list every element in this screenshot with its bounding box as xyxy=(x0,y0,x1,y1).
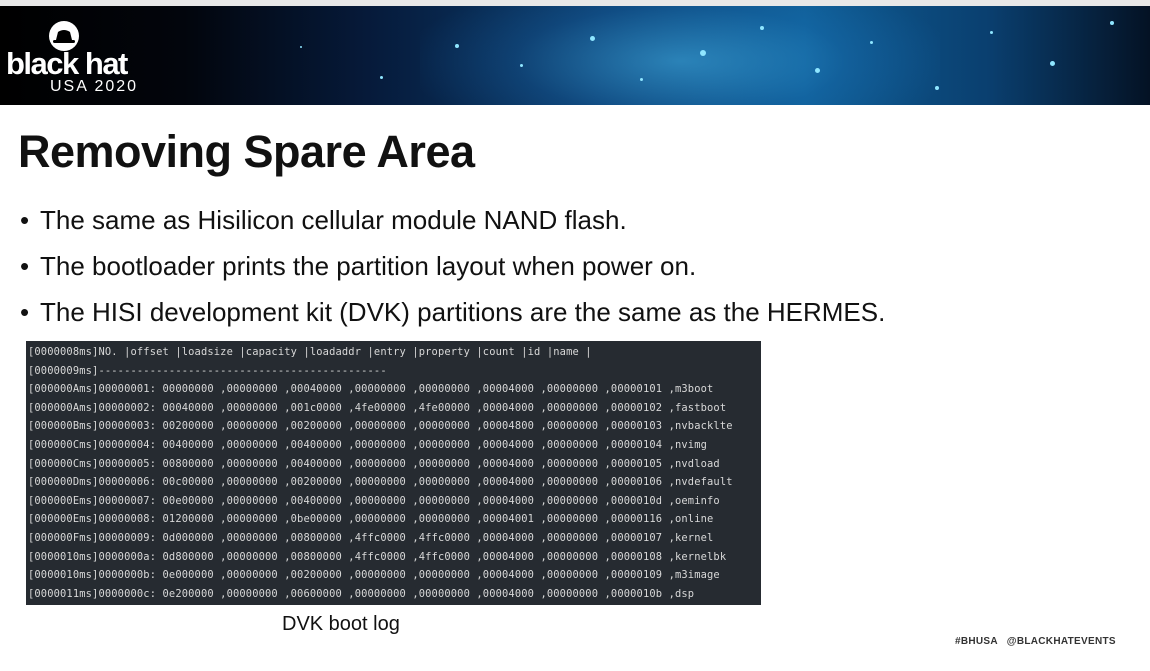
log-line: [0000010ms]0000000b: 0e000000 ,00000000 … xyxy=(28,569,720,582)
header-particle xyxy=(520,64,523,67)
log-line: [000000Ams]00000001: 00000000 ,00000000 … xyxy=(28,383,714,396)
log-line: [000000Cms]00000004: 00400000 ,00000000 … xyxy=(28,439,708,451)
bullet-item: • The HISI development kit (DVK) partiti… xyxy=(20,292,885,338)
boot-log-terminal: [0000008ms]NO. |offset |loadsize |capaci… xyxy=(26,341,761,605)
log-line: [000000Fms]00000009: 0d000000 ,00000000 … xyxy=(28,532,714,544)
logo-event: USA 2020 xyxy=(50,78,139,95)
header-particle xyxy=(590,36,595,41)
log-line: [000000Bms]00000003: 00200000 ,00000000 … xyxy=(28,420,733,433)
log-line: [000000Ams]00000002: 00040000 ,00000000 … xyxy=(28,401,727,414)
log-line: [000000Ems]00000008: 01200000 ,00000000 … xyxy=(28,513,714,526)
log-line: [000000Dms]00000006: 00c00000 ,00000000 … xyxy=(28,476,733,489)
blackhat-logo: black hat USA 2020 xyxy=(6,16,178,105)
log-line: [0000009ms]-----------------------------… xyxy=(28,364,387,377)
header-particle xyxy=(935,86,939,90)
bullet-text: The same as Hisilicon cellular module NA… xyxy=(40,205,627,235)
logo-wordmark: black hat xyxy=(6,46,128,81)
bullet-glyph: • xyxy=(20,251,30,281)
header-particle xyxy=(990,31,993,34)
slide-title: Removing Spare Area xyxy=(18,126,475,177)
log-line: [0000011ms]0000000c: 0e200000 ,00000000 … xyxy=(28,587,695,600)
bullet-glyph: • xyxy=(20,297,30,327)
footer-hashtags: #BHUSA @BLACKHATEVENTS xyxy=(955,636,1116,647)
log-caption: DVK boot log xyxy=(282,613,400,635)
log-line: [000000Cms]00000005: 00800000 ,00000000 … xyxy=(28,457,720,470)
bullet-text: The bootloader prints the partition layo… xyxy=(40,251,697,281)
header-glow xyxy=(420,6,940,105)
header-particle xyxy=(640,78,643,81)
header-particle xyxy=(300,46,302,48)
log-line: [0000008ms]NO. |offset |loadsize |capaci… xyxy=(28,346,592,358)
header-particle xyxy=(870,41,873,44)
header-particle xyxy=(700,50,706,56)
header-particle xyxy=(760,26,764,30)
bullet-item: • The same as Hisilicon cellular module … xyxy=(20,200,885,246)
header-particle xyxy=(1110,21,1114,25)
bullet-text: The HISI development kit (DVK) partition… xyxy=(40,297,886,327)
header-particle xyxy=(455,44,459,48)
header-particle xyxy=(1050,61,1055,66)
bullet-list: • The same as Hisilicon cellular module … xyxy=(20,200,885,338)
header-particle xyxy=(380,76,383,79)
header-banner: black hat USA 2020 xyxy=(0,6,1150,105)
header-particle xyxy=(815,68,820,73)
bullet-item: • The bootloader prints the partition la… xyxy=(20,246,885,292)
log-line: [0000010ms]0000000a: 0d800000 ,00000000 … xyxy=(28,550,727,563)
log-line: [000000Ems]00000007: 00e00000 ,00000000 … xyxy=(28,494,720,507)
bullet-glyph: • xyxy=(20,205,30,235)
